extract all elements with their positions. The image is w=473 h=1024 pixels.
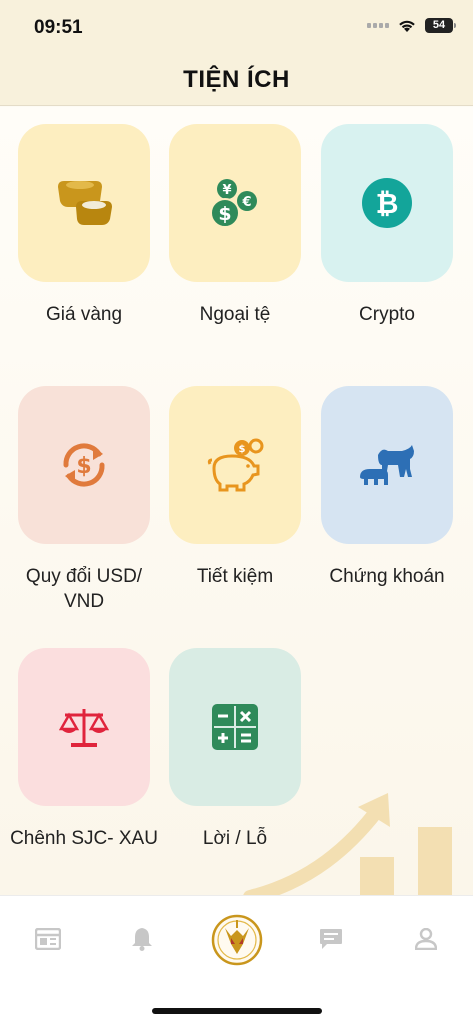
currency-coins-icon: ¥ € $ — [210, 179, 257, 228]
tile-label: Quy đổi USD/ VND — [25, 566, 143, 612]
tile-stocks[interactable]: Chứng khoán — [303, 386, 455, 589]
svg-text:₿: ₿ — [376, 187, 399, 220]
svg-text:¥: ¥ — [222, 183, 231, 198]
cellular-signal-icon — [367, 23, 389, 28]
tile-icon-box: ₿ — [321, 124, 453, 282]
tile-crypto[interactable]: ₿ Crypto — [303, 124, 455, 327]
svg-text:$: $ — [76, 454, 91, 479]
tile-sjc-xau-spread[interactable]: Chênh SJC- XAU — [0, 648, 158, 851]
tab-notifications[interactable] — [127, 924, 157, 954]
tile-label: Giá vàng — [45, 304, 123, 325]
status-icons: 54 — [367, 18, 456, 33]
tab-messages[interactable] — [316, 924, 346, 954]
page-title: TIỆN ÍCH — [183, 66, 290, 93]
tile-foreign-currency[interactable]: ¥ € $ Ngoại tệ — [151, 124, 303, 327]
tile-label: Crypto — [359, 304, 415, 325]
tile-label: Ngoại tệ — [199, 304, 271, 325]
utility-grid: Giá vàng ¥ € $ Ngoại tệ ₿ Crypto $ Quy đ… — [0, 107, 473, 895]
piggy-bank-icon: $ — [207, 438, 264, 492]
tile-label: Chứng khoán — [329, 566, 445, 587]
tile-icon-box — [18, 124, 150, 282]
tile-profit-loss[interactable]: Lời / Lỗ — [151, 648, 303, 851]
status-bar: 09:51 54 — [0, 0, 473, 56]
tile-savings[interactable]: $ Tiết kiệm — [151, 386, 303, 589]
tile-icon-box — [18, 648, 150, 806]
currency-exchange-icon: $ — [63, 443, 105, 487]
user-icon — [415, 928, 437, 950]
svg-text:$: $ — [239, 444, 246, 455]
tab-profile[interactable] — [411, 924, 441, 954]
newspaper-icon — [35, 928, 61, 950]
battery-icon: 54 — [425, 18, 456, 33]
tile-label: Chênh SJC- XAU — [10, 828, 158, 849]
tile-icon-box — [169, 648, 301, 806]
tile-icon-box: $ — [169, 386, 301, 544]
tile-icon-box: $ — [18, 386, 150, 544]
tile-icon-box: ¥ € $ — [169, 124, 301, 282]
bull-bear-icon — [360, 445, 414, 485]
tab-home[interactable] — [211, 914, 263, 966]
tile-gold-price[interactable]: Giá vàng — [0, 124, 152, 327]
svg-text:€: € — [241, 195, 251, 210]
tab-news[interactable] — [33, 924, 63, 954]
bottom-tab-bar — [0, 895, 473, 1024]
bell-icon — [132, 928, 152, 951]
wifi-icon — [399, 20, 415, 32]
gold-bars-icon — [58, 181, 112, 225]
app-logo-icon — [211, 914, 263, 966]
calculator-icon — [212, 704, 258, 750]
tile-label: Tiết kiệm — [196, 566, 274, 587]
tile-label: Lời / Lỗ — [202, 828, 268, 849]
header: TIỆN ÍCH — [0, 56, 473, 106]
balance-scale-icon — [59, 709, 109, 747]
home-indicator — [152, 1008, 322, 1014]
status-time: 09:51 — [34, 17, 83, 38]
tile-icon-box — [321, 386, 453, 544]
tile-usd-vnd-exchange[interactable]: $ Quy đổi USD/ VND — [0, 386, 152, 614]
svg-text:$: $ — [218, 203, 231, 225]
chat-icon — [320, 929, 342, 949]
bitcoin-icon: ₿ — [362, 178, 412, 228]
